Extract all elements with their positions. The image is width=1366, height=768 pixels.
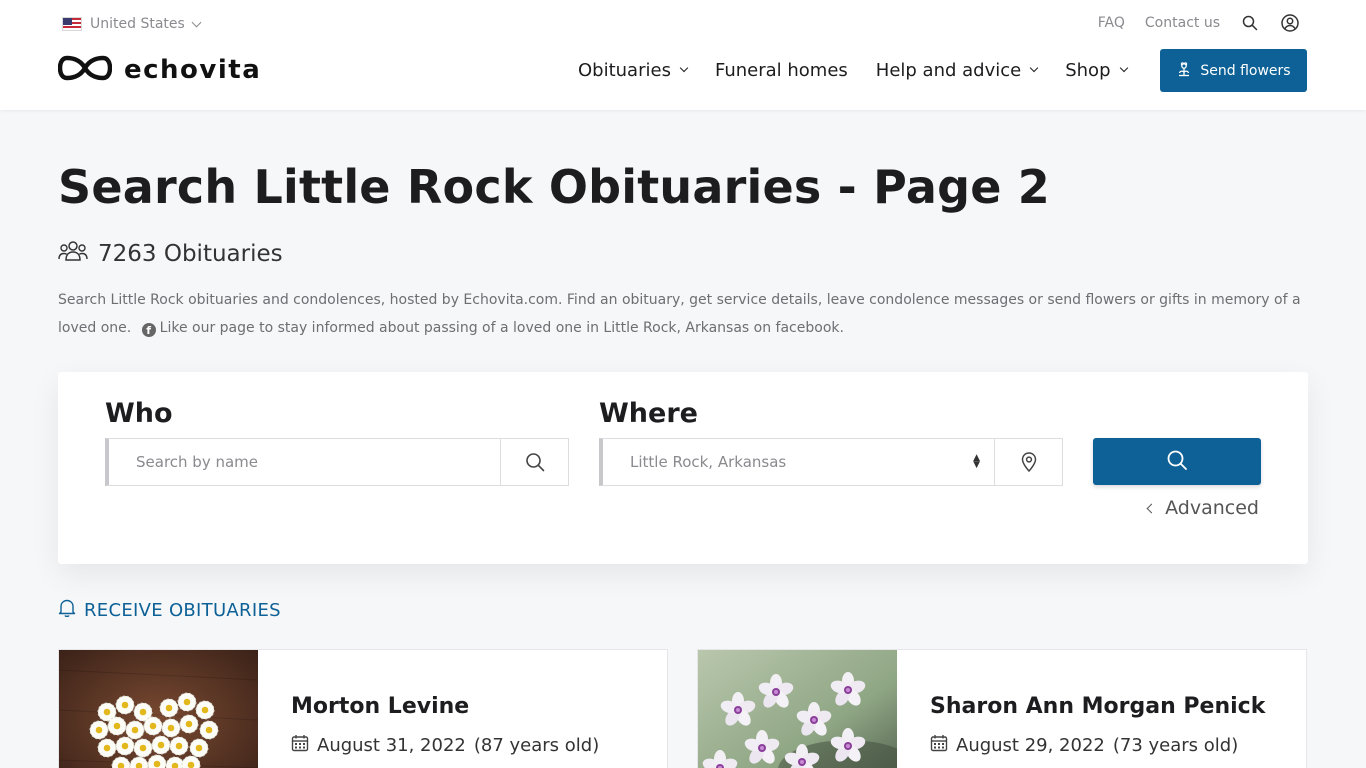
location-select[interactable]: Little Rock, Arkansas ▲ ▼ [599, 438, 1063, 486]
logo-text: echovita [124, 55, 262, 85]
chevron-down-icon [1119, 63, 1128, 73]
receive-label: RECEIVE OBITUARIES [84, 600, 281, 621]
obituary-name[interactable]: Morton Levine [291, 694, 469, 719]
where-label: Where [599, 398, 698, 429]
chevron-down-icon [1029, 63, 1039, 73]
obituary-count: 7263 Obituaries [58, 240, 283, 268]
nav-label: Help and advice [875, 59, 1022, 81]
nav-label: Shop [1065, 59, 1111, 81]
chevron-left-icon [1146, 503, 1157, 513]
nav-label: Obituaries [578, 59, 671, 81]
search-icon[interactable] [1240, 13, 1260, 33]
contact-link[interactable]: Contact us [1145, 15, 1220, 31]
search-submit-button[interactable] [1093, 438, 1261, 485]
send-flowers-button[interactable]: Send flowers [1160, 49, 1307, 92]
main-nav: Obituaries Funeral homes Help and advice… [578, 52, 1155, 88]
advanced-search-toggle[interactable]: Advanced [1146, 497, 1259, 519]
country-label: United States [90, 16, 185, 32]
top-links: FAQ Contact us [1098, 13, 1300, 33]
death-date: August 29, 2022 [956, 735, 1105, 756]
send-flowers-label: Send flowers [1200, 62, 1291, 79]
facebook-link[interactable]: Like our page to stay informed about pas… [160, 320, 844, 336]
nav-label: Funeral homes [714, 59, 848, 81]
echovita-logo[interactable]: echovita [57, 52, 262, 88]
country-selector[interactable]: United States [62, 14, 202, 34]
count-label: 7263 Obituaries [98, 241, 283, 267]
age: (87 years old) [473, 735, 600, 756]
nav-help-and-advice[interactable]: Help and advice [875, 59, 1039, 81]
who-label: Who [105, 398, 173, 429]
nav-funeral-homes[interactable]: Funeral homes [715, 60, 848, 81]
advanced-label: Advanced [1165, 497, 1259, 519]
nav-obituaries[interactable]: Obituaries [578, 59, 689, 81]
facebook-icon[interactable]: f [141, 323, 156, 337]
search-icon [1166, 449, 1188, 475]
chevron-down-icon [191, 17, 202, 27]
infinity-logo-icon [57, 54, 113, 86]
location-value[interactable]: Little Rock, Arkansas [603, 453, 973, 471]
search-icon[interactable] [500, 439, 568, 485]
obituary-name[interactable]: Sharon Ann Morgan Penick [930, 694, 1265, 719]
receive-obituaries-link[interactable]: RECEIVE OBITUARIES [58, 598, 281, 623]
bell-icon [58, 598, 76, 623]
map-pin-icon[interactable] [994, 439, 1062, 485]
name-search-input[interactable]: Search by name [109, 453, 500, 471]
age: (73 years old) [1112, 735, 1239, 756]
death-date: August 31, 2022 [317, 735, 466, 756]
site-header: United States FAQ Contact us echovita Ob… [0, 0, 1366, 110]
obituary-image [59, 650, 258, 768]
chevron-down-icon [679, 63, 689, 73]
obituary-date: August 29, 2022 (73 years old) [930, 734, 1238, 757]
calendar-icon [291, 734, 309, 757]
us-flag-icon [62, 17, 82, 31]
calendar-icon [930, 734, 948, 757]
select-arrows-icon: ▲ ▼ [973, 453, 980, 470]
search-panel: Who Search by name Where Little Rock, Ar… [58, 372, 1308, 564]
page-title: Search Little Rock Obituaries - Page 2 [58, 160, 1051, 214]
obituary-date: August 31, 2022 (87 years old) [291, 734, 599, 757]
faq-link[interactable]: FAQ [1098, 15, 1125, 31]
page-description: Search Little Rock obituaries and condol… [58, 286, 1308, 342]
name-search-field[interactable]: Search by name [105, 438, 569, 486]
obituary-image [698, 650, 897, 768]
obituary-card[interactable]: Sharon Ann Morgan Penick August 29, 2022… [697, 649, 1307, 768]
nav-shop[interactable]: Shop [1065, 59, 1128, 81]
obituary-card[interactable]: Morton Levine August 31, 2022 (87 years … [58, 649, 668, 768]
user-icon[interactable] [1280, 13, 1300, 33]
people-icon [58, 240, 88, 268]
flower-icon [1176, 61, 1192, 81]
